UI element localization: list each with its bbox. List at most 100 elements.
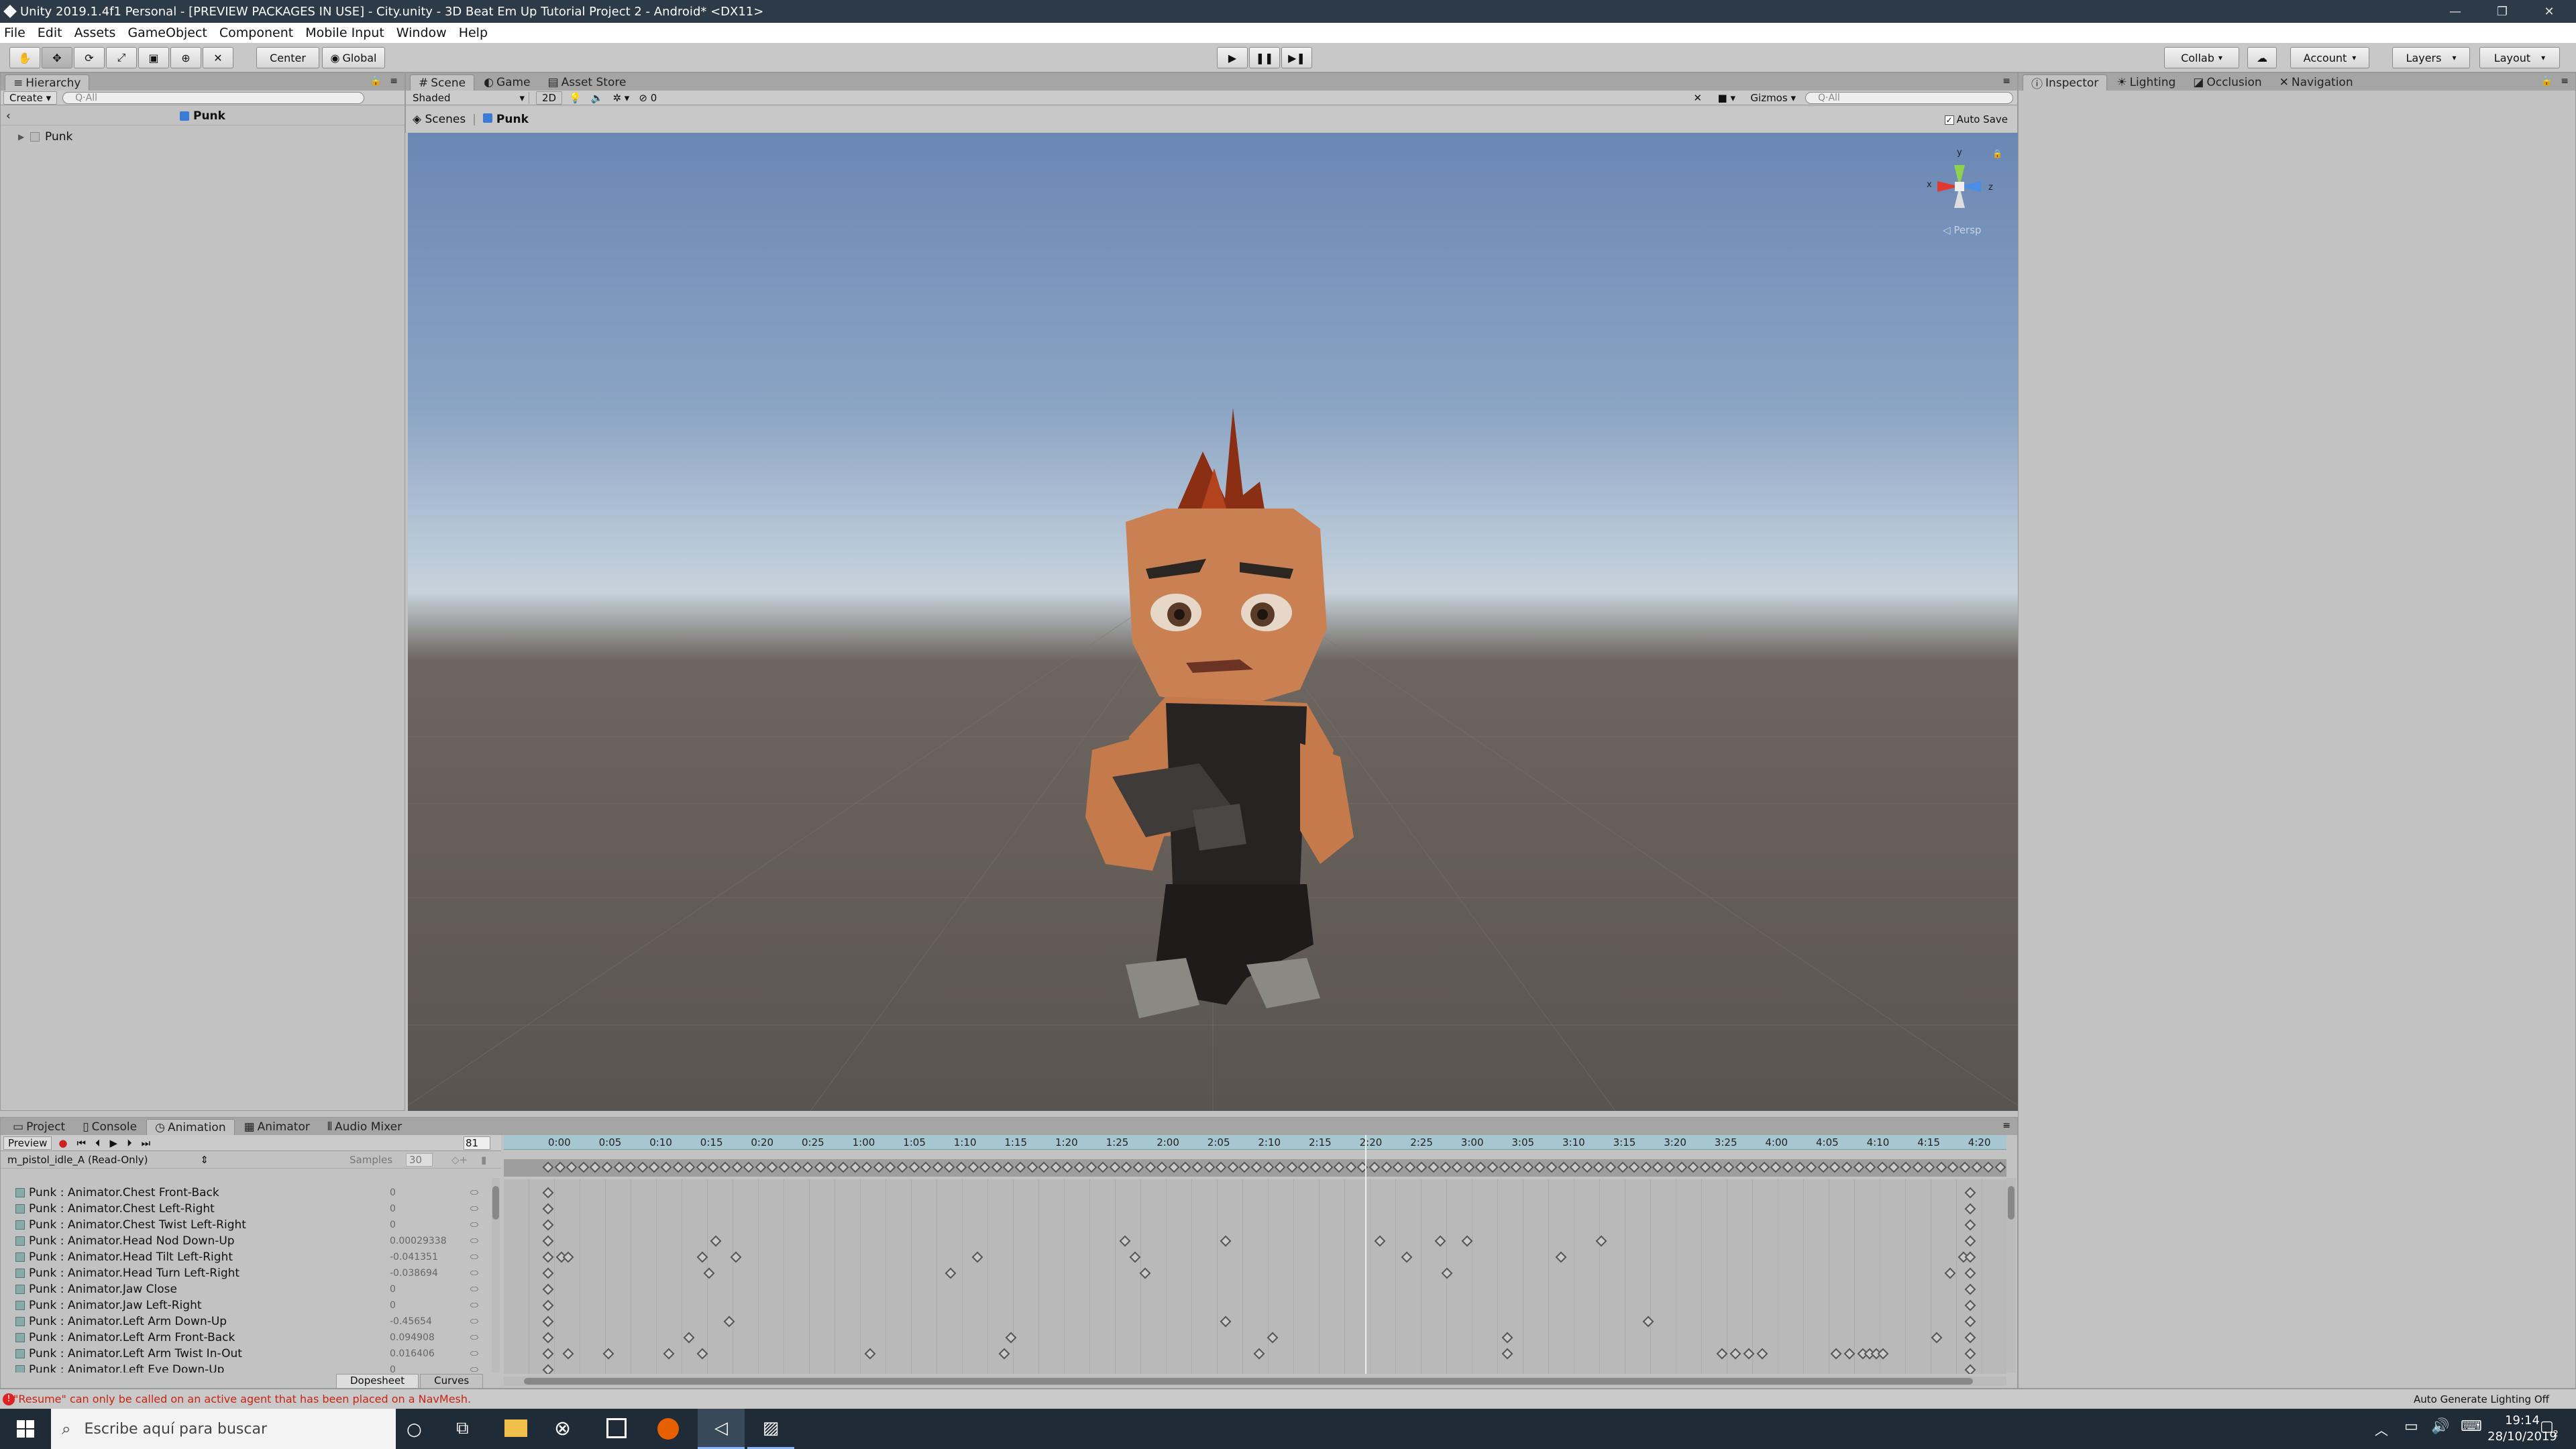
- summary-keyframe[interactable]: [1415, 1161, 1428, 1173]
- summary-keyframe[interactable]: [1263, 1161, 1275, 1173]
- tab-curves[interactable]: Curves: [420, 1374, 484, 1389]
- summary-keyframe[interactable]: [849, 1161, 861, 1173]
- summary-keyframe[interactable]: [1097, 1161, 1109, 1173]
- animation-property-row[interactable]: Punk : Animator.Head Nod Down-Up 0.000293…: [1, 1233, 490, 1249]
- summary-keyframe[interactable]: [1746, 1161, 1758, 1173]
- summary-keyframe[interactable]: [1392, 1161, 1404, 1173]
- tab-project[interactable]: ▭ Project: [5, 1119, 73, 1135]
- summary-keyframe[interactable]: [1463, 1161, 1475, 1173]
- pivot-center-button[interactable]: Center: [256, 47, 319, 68]
- summary-keyframe[interactable]: [908, 1161, 920, 1173]
- summary-keyframe[interactable]: [613, 1161, 625, 1173]
- menu-help[interactable]: Help: [459, 25, 488, 40]
- tab-animator[interactable]: ▦ Animator: [236, 1119, 318, 1135]
- summary-keyframe[interactable]: [1994, 1161, 2006, 1173]
- lock-icon[interactable]: 🔒: [2541, 76, 2553, 87]
- pause-button[interactable]: ❚❚: [1249, 47, 1280, 68]
- summary-keyframe[interactable]: [1593, 1161, 1605, 1173]
- summary-keyframe[interactable]: [1735, 1161, 1747, 1173]
- keyframe[interactable]: [1964, 1364, 1976, 1374]
- dopesheet-hscrollbar[interactable]: [504, 1377, 2006, 1386]
- summary-keyframe[interactable]: [1297, 1161, 1309, 1173]
- summary-keyframe[interactable]: [1923, 1161, 1935, 1173]
- summary-keyframe[interactable]: [1238, 1161, 1250, 1173]
- summary-keyframe[interactable]: [1345, 1161, 1357, 1173]
- menu-window[interactable]: Window: [396, 25, 447, 40]
- taskbar-search-input[interactable]: ⌕ Escribe aquí para buscar: [51, 1409, 396, 1449]
- keyframe[interactable]: [730, 1251, 742, 1263]
- keyframe[interactable]: [1139, 1267, 1151, 1279]
- back-arrow-icon[interactable]: ‹: [6, 109, 11, 123]
- keyframe[interactable]: [945, 1267, 957, 1279]
- light-toggle-icon[interactable]: 💡: [569, 92, 582, 104]
- play-button[interactable]: ▶: [1217, 47, 1248, 68]
- summary-keyframe[interactable]: [1569, 1161, 1581, 1173]
- summary-keyframe[interactable]: [731, 1161, 743, 1173]
- summary-keyframe[interactable]: [648, 1161, 660, 1173]
- summary-keyframe[interactable]: [1428, 1161, 1440, 1173]
- summary-keyframe[interactable]: [696, 1161, 708, 1173]
- summary-keyframe[interactable]: [1605, 1161, 1617, 1173]
- keyframe[interactable]: [1595, 1235, 1607, 1247]
- rotate-tool-button[interactable]: ⟳: [74, 47, 105, 68]
- scale-tool-button[interactable]: ⤢: [106, 47, 137, 68]
- summary-keyframe[interactable]: [1581, 1161, 1593, 1173]
- breadcrumb-punk[interactable]: Punk: [482, 113, 529, 126]
- tab-navigation[interactable]: ✕ Navigation: [2271, 74, 2361, 91]
- tools-settings-icon[interactable]: ✕: [1693, 92, 1702, 104]
- summary-keyframe[interactable]: [1676, 1161, 1688, 1173]
- keyframe[interactable]: [1374, 1235, 1386, 1247]
- keyframe[interactable]: [971, 1251, 983, 1263]
- animation-property-row[interactable]: Punk : Animator.Chest Twist Left-Right 0 ⬭: [1, 1217, 490, 1233]
- property-value[interactable]: 0.094908: [390, 1332, 435, 1343]
- audio-toggle-icon[interactable]: 🔈: [591, 92, 604, 104]
- summary-keyframe[interactable]: [790, 1161, 802, 1173]
- summary-keyframe[interactable]: [578, 1161, 590, 1173]
- create-dropdown[interactable]: Create ▾: [3, 91, 58, 105]
- lock-icon[interactable]: 🔒: [370, 76, 382, 87]
- animation-property-row[interactable]: Punk : Animator.Jaw Close 0 ⬭: [1, 1281, 490, 1297]
- scene-header[interactable]: ‹ Punk: [1, 107, 405, 125]
- menu-assets[interactable]: Assets: [74, 25, 116, 40]
- keyframe[interactable]: [542, 1332, 554, 1344]
- property-value[interactable]: 0: [390, 1364, 396, 1373]
- keyframe[interactable]: [542, 1348, 554, 1360]
- firefox-icon[interactable]: [657, 1418, 679, 1440]
- keyframe-toggle-icon[interactable]: ⬭: [470, 1203, 478, 1214]
- keyframe[interactable]: [1253, 1348, 1265, 1360]
- keyframe[interactable]: [1441, 1267, 1453, 1279]
- play-anim-icon[interactable]: ▶: [110, 1137, 118, 1149]
- summary-keyframe[interactable]: [1286, 1161, 1298, 1173]
- summary-keyframe[interactable]: [1982, 1161, 1994, 1173]
- animation-property-row[interactable]: Punk : Animator.Chest Left-Right 0 ⬭: [1, 1201, 490, 1217]
- summary-keyframe[interactable]: [755, 1161, 767, 1173]
- keyframe[interactable]: [1220, 1235, 1232, 1247]
- summary-keyframe[interactable]: [1368, 1161, 1381, 1173]
- summary-keyframe[interactable]: [1404, 1161, 1416, 1173]
- summary-keyframe[interactable]: [1333, 1161, 1345, 1173]
- tab-game[interactable]: ◐ Game: [476, 74, 538, 91]
- summary-keyframe[interactable]: [566, 1161, 578, 1173]
- summary-keyframe[interactable]: [1711, 1161, 1723, 1173]
- first-key-icon[interactable]: ⏮: [76, 1137, 86, 1149]
- summary-keyframe[interactable]: [1250, 1161, 1263, 1173]
- summary-keyframe[interactable]: [1381, 1161, 1393, 1173]
- menu-file[interactable]: File: [4, 25, 25, 40]
- summary-keyframe[interactable]: [814, 1161, 826, 1173]
- keyframe[interactable]: [1964, 1251, 1976, 1263]
- keyframe[interactable]: [542, 1364, 554, 1374]
- summary-keyframe[interactable]: [1356, 1161, 1368, 1173]
- store-icon[interactable]: [606, 1418, 627, 1438]
- keyframe[interactable]: [1830, 1348, 1842, 1360]
- summary-keyframe[interactable]: [1829, 1161, 1841, 1173]
- scrollbar-thumb[interactable]: [2008, 1186, 2015, 1220]
- preview-toggle[interactable]: Preview: [3, 1136, 52, 1150]
- property-value[interactable]: -0.041351: [390, 1252, 438, 1263]
- summary-keyframe[interactable]: [554, 1161, 566, 1173]
- summary-keyframe[interactable]: [1499, 1161, 1511, 1173]
- summary-keyframe[interactable]: [1687, 1161, 1699, 1173]
- property-value[interactable]: 0: [390, 1187, 396, 1198]
- summary-keyframe[interactable]: [1546, 1161, 1558, 1173]
- summary-keyframe[interactable]: [1652, 1161, 1664, 1173]
- keyframe[interactable]: [562, 1251, 574, 1263]
